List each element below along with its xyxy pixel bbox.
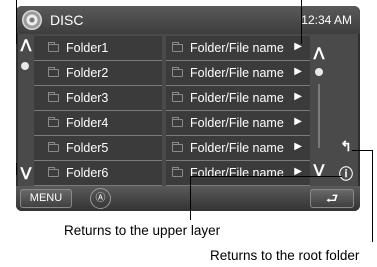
menu-button[interactable]: MENU	[20, 189, 72, 208]
folder-icon	[172, 167, 183, 177]
folder-icon	[172, 142, 183, 152]
file-item[interactable]: Folder/File name ▶	[166, 86, 310, 111]
folder-icon	[48, 142, 59, 152]
source-label: DISC	[50, 12, 84, 28]
callout-line-upper-layer	[190, 176, 191, 220]
folder-item[interactable]: Folder1	[34, 36, 162, 61]
callout-line-up	[16, 0, 17, 44]
callout-line-down	[16, 163, 17, 175]
play-icon: ▶	[294, 116, 302, 127]
callout-line-file-select	[301, 0, 302, 44]
eject-button[interactable]: Ⓐ	[90, 188, 111, 209]
file-item[interactable]: Folder/File name ▶	[166, 36, 310, 61]
disc-icon	[22, 10, 42, 30]
folder-item[interactable]: Folder4	[34, 111, 162, 136]
page-down-button[interactable]: ᐯ	[18, 164, 34, 184]
folder-icon	[172, 92, 183, 102]
folder-item[interactable]: Folder5	[34, 136, 162, 161]
upper-layer-button[interactable]: ⓘ	[338, 164, 354, 184]
callout-line-upper-layer-horizontal	[190, 176, 342, 177]
callout-upper-layer: Returns to the upper layer	[64, 223, 221, 238]
status-bar: DISC 12:34 AM	[16, 6, 360, 34]
file-item[interactable]: Folder/File name ▶	[166, 136, 310, 161]
play-icon: ▶	[294, 66, 302, 77]
folder-icon	[172, 42, 183, 52]
folder-icon	[172, 117, 183, 127]
callout-line-root-horizontal	[352, 150, 372, 151]
play-icon: ▶	[294, 91, 302, 102]
folder-icon	[48, 92, 59, 102]
file-item[interactable]: Folder/File name ▶	[166, 161, 310, 186]
scroll-position-indicator	[21, 62, 29, 70]
folder-item[interactable]: Folder3	[34, 86, 162, 111]
file-scroll-indicator	[315, 68, 323, 76]
clock: 12:34 AM	[301, 13, 352, 27]
device-screen: DISC 12:34 AM ᐱ ᐯ ᐱ ᐯ ↰ ⓘ Folder1 Folder…	[16, 6, 360, 211]
folder-item[interactable]: Folder6	[34, 161, 162, 186]
return-button[interactable]: ⮐	[310, 189, 354, 208]
folder-icon	[48, 42, 59, 52]
folder-icon	[172, 67, 183, 77]
folder-icon	[48, 167, 59, 177]
file-item[interactable]: Folder/File name ▶	[166, 111, 310, 136]
scroll-track	[318, 84, 320, 148]
play-icon: ▶	[294, 141, 302, 152]
root-folder-button[interactable]: ↰	[338, 138, 354, 155]
file-page-down-button[interactable]: ᐯ	[310, 161, 328, 181]
file-item[interactable]: Folder/File name ▶	[166, 61, 310, 86]
folder-icon	[48, 67, 59, 77]
callout-root-folder: Returns to the root folder	[210, 248, 360, 263]
file-page-up-button[interactable]: ᐱ	[310, 44, 328, 64]
page-up-button[interactable]: ᐱ	[18, 36, 34, 56]
bottom-bar: MENU Ⓐ ⮐	[16, 186, 360, 211]
folder-icon	[48, 117, 59, 127]
folder-item[interactable]: Folder2	[34, 61, 162, 86]
callout-line-root	[372, 150, 373, 242]
